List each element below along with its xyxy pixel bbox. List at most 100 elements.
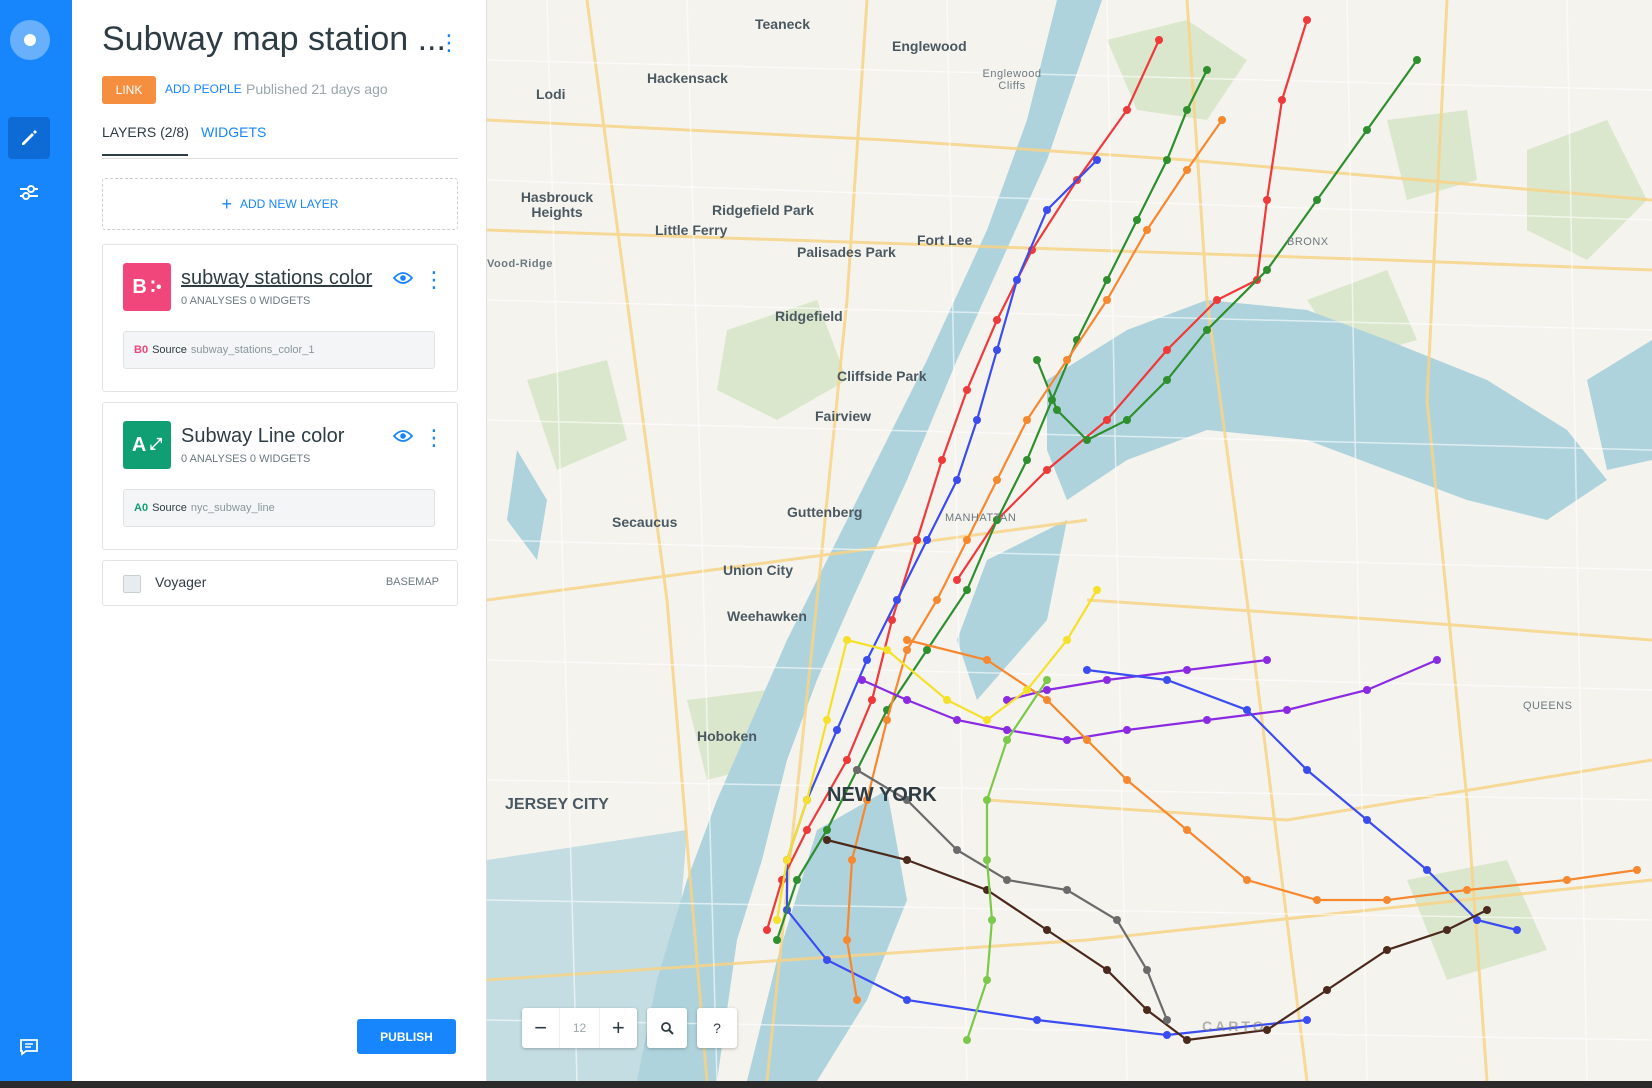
subway-station-purple[interactable] (1103, 676, 1111, 684)
add-new-layer-button[interactable]: + ADD NEW LAYER (102, 178, 458, 230)
subway-station-green[interactable] (1203, 66, 1211, 74)
subway-station-blue[interactable] (1303, 1016, 1311, 1024)
subway-station-yellow[interactable] (943, 696, 951, 704)
subway-station-green[interactable] (1183, 106, 1191, 114)
subway-station-orange[interactable] (1143, 226, 1151, 234)
subway-station-yellow[interactable] (773, 916, 781, 924)
subway-station-brown[interactable] (1383, 946, 1391, 954)
subway-station-red[interactable] (1213, 296, 1221, 304)
subway-station-green[interactable] (1203, 326, 1211, 334)
subway-station-brown[interactable] (1103, 966, 1111, 974)
subway-station-purple[interactable] (1183, 666, 1191, 674)
subway-station-blue[interactable] (1243, 706, 1251, 714)
subway-station-orange[interactable] (1183, 826, 1191, 834)
subway-line-orange[interactable] (906, 638, 1638, 902)
subway-station-yellow[interactable] (1093, 586, 1101, 594)
add-people-link[interactable]: ADD PEOPLE (165, 82, 242, 96)
subway-station-green[interactable] (1033, 356, 1041, 364)
subway-station-gray[interactable] (853, 766, 861, 774)
subway-station-blue[interactable] (1013, 276, 1021, 284)
subway-station-purple[interactable] (1003, 726, 1011, 734)
subway-station-brown[interactable] (903, 856, 911, 864)
subway-station-green[interactable] (923, 646, 931, 654)
publish-button[interactable]: PUBLISH (357, 1019, 456, 1054)
subway-station-green[interactable] (793, 876, 801, 884)
subway-station-gray[interactable] (1143, 966, 1151, 974)
map-canvas[interactable]: Teaneck Englewood Englewood Cliffs Lodi … (487, 0, 1652, 1081)
subway-station-purple[interactable] (1263, 656, 1271, 664)
subway-station-lightgreen[interactable] (983, 796, 991, 804)
subway-station-orange[interactable] (843, 936, 851, 944)
subway-station-blue[interactable] (1093, 156, 1101, 164)
subway-station-gray[interactable] (953, 846, 961, 854)
layer-source[interactable]: A0 Source nyc_subway_line (123, 489, 435, 527)
subway-station-green[interactable] (1163, 156, 1171, 164)
subway-station-orange[interactable] (963, 536, 971, 544)
layer-options-icon[interactable]: ⋮ (423, 427, 445, 449)
subway-station-brown[interactable] (1443, 926, 1451, 934)
subway-station-yellow[interactable] (1063, 636, 1071, 644)
subway-station-lightgreen[interactable] (988, 916, 996, 924)
subway-station-blue[interactable] (823, 956, 831, 964)
subway-station-red[interactable] (868, 696, 876, 704)
subway-station-blue[interactable] (973, 416, 981, 424)
subway-station-orange[interactable] (853, 996, 861, 1004)
subway-station-yellow[interactable] (823, 716, 831, 724)
layer-source[interactable]: B0 Source subway_stations_color_1 (123, 331, 435, 369)
subway-station-blue[interactable] (993, 346, 1001, 354)
zoom-out-button[interactable]: − (522, 1008, 559, 1048)
subway-station-blue[interactable] (1163, 1031, 1171, 1039)
subway-station-green[interactable] (1263, 266, 1271, 274)
subway-station-purple[interactable] (953, 716, 961, 724)
subway-station-gray[interactable] (1063, 886, 1071, 894)
subway-station-gray[interactable] (1113, 916, 1121, 924)
layer-options-icon[interactable]: ⋮ (423, 269, 445, 291)
subway-station-orange[interactable] (1313, 896, 1321, 904)
subway-station-blue[interactable] (1363, 816, 1371, 824)
subway-station-orange[interactable] (848, 856, 856, 864)
subway-station-orange[interactable] (1183, 166, 1191, 174)
feedback-nav-button[interactable] (8, 1026, 50, 1068)
subway-station-blue[interactable] (893, 596, 901, 604)
tab-widgets[interactable]: WIDGETS (201, 124, 266, 140)
subway-station-orange[interactable] (1243, 876, 1251, 884)
subway-station-red[interactable] (913, 536, 921, 544)
subway-station-orange[interactable] (1063, 356, 1071, 364)
subway-station-yellow[interactable] (883, 646, 891, 654)
subway-station-gray[interactable] (1003, 876, 1011, 884)
subway-station-blue[interactable] (923, 536, 931, 544)
edit-nav-button[interactable] (8, 117, 50, 159)
subway-station-yellow[interactable] (843, 636, 851, 644)
subway-station-yellow[interactable] (803, 796, 811, 804)
subway-station-purple[interactable] (1203, 716, 1211, 724)
subway-station-blue[interactable] (1513, 926, 1521, 934)
subway-station-brown[interactable] (1483, 906, 1491, 914)
link-button[interactable]: LINK (102, 76, 156, 104)
layer-name[interactable]: Subway Line color (181, 425, 344, 448)
subway-station-green[interactable] (1123, 416, 1131, 424)
subway-station-green[interactable] (1313, 196, 1321, 204)
subway-line-brown[interactable] (826, 838, 1488, 1042)
eye-icon[interactable] (393, 429, 413, 443)
subway-station-green[interactable] (1023, 456, 1031, 464)
subway-station-blue[interactable] (833, 726, 841, 734)
map-search-button[interactable] (647, 1008, 687, 1048)
subway-station-red[interactable] (953, 576, 961, 584)
subway-station-green[interactable] (1363, 126, 1371, 134)
subway-station-orange[interactable] (1023, 416, 1031, 424)
subway-station-purple[interactable] (1063, 736, 1071, 744)
subway-station-orange[interactable] (933, 596, 941, 604)
subway-station-orange[interactable] (1083, 736, 1091, 744)
map-help-button[interactable]: ? (697, 1008, 737, 1048)
subway-station-blue[interactable] (1043, 206, 1051, 214)
subway-station-green[interactable] (1413, 56, 1421, 64)
subway-station-blue[interactable] (1423, 866, 1431, 874)
subway-station-purple[interactable] (903, 696, 911, 704)
subway-line-green[interactable] (1035, 59, 1418, 442)
subway-station-red[interactable] (803, 826, 811, 834)
subway-station-green[interactable] (1163, 376, 1171, 384)
subway-station-green[interactable] (823, 826, 831, 834)
layer-name[interactable]: subway stations color (181, 267, 372, 290)
subway-station-purple[interactable] (1043, 686, 1051, 694)
subway-station-red[interactable] (1163, 346, 1171, 354)
